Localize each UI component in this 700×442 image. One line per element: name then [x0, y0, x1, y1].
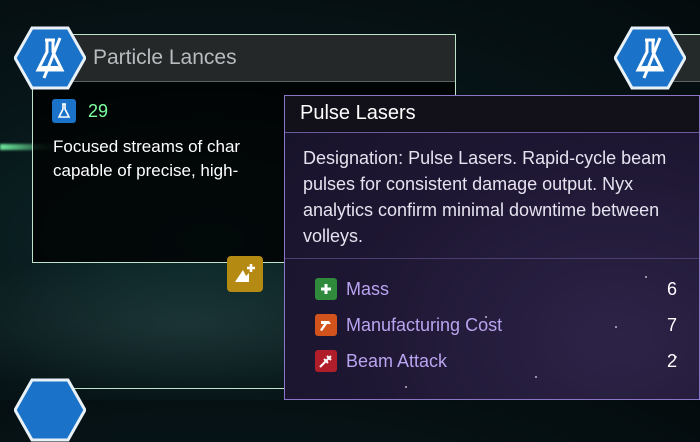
tooltip-description: Designation: Pulse Lasers. Rapid-cycle b… [303, 148, 667, 246]
tech-tooltip: Pulse Lasers Designation: Pulse Lasers. … [284, 95, 700, 400]
unlock-upgrade-icon[interactable] [227, 256, 263, 292]
tech-card-description: Focused streams of char capable of preci… [53, 137, 241, 180]
stat-row-mass: Mass 6 [315, 276, 677, 302]
tech-card-header: Particle Lances [33, 35, 455, 82]
plus-icon [315, 278, 337, 300]
stat-row-manufacturing-cost: Manufacturing Cost 7 [315, 312, 677, 338]
tooltip-header: Pulse Lasers [285, 96, 699, 133]
research-hex-icon [14, 26, 86, 90]
laser-gun-icon [315, 350, 337, 372]
stat-label: Mass [346, 278, 390, 299]
stat-label: Beam Attack [346, 350, 448, 371]
tech-card-title: Particle Lances [93, 46, 237, 69]
stat-label: Manufacturing Cost [346, 314, 503, 335]
stat-value: 7 [666, 314, 677, 335]
stat-value: 2 [666, 350, 677, 371]
research-cost-value: 29 [88, 100, 109, 121]
research-flask-icon [52, 99, 76, 123]
tooltip-title: Pulse Lasers [300, 102, 416, 124]
stat-value: 6 [666, 278, 677, 299]
research-hex-icon-right [614, 26, 686, 90]
hammer-icon [315, 314, 337, 336]
research-hex-icon-lower [14, 378, 86, 442]
research-cost: 29 [52, 99, 108, 123]
tooltip-divider [285, 258, 699, 259]
stat-row-beam-attack: Beam Attack 2 [315, 348, 677, 374]
